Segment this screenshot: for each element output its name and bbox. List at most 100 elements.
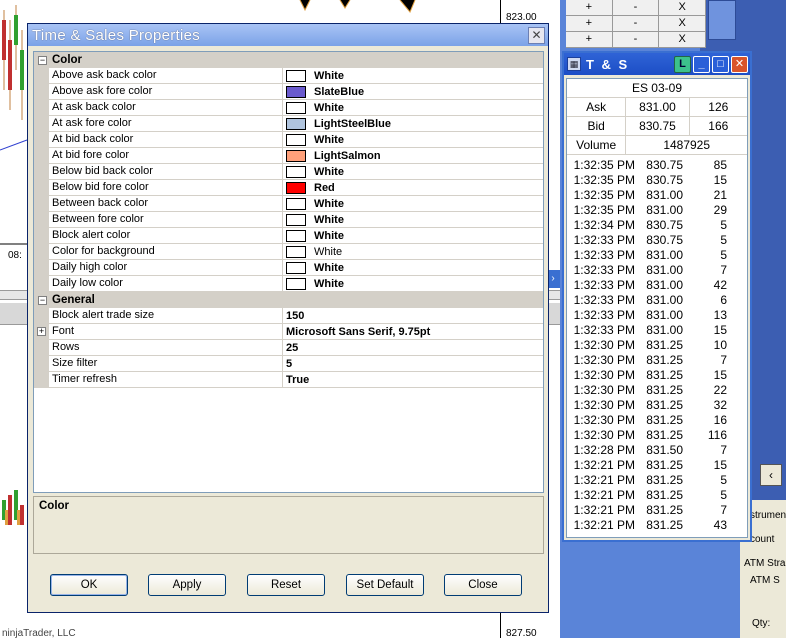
dialog-close-icon[interactable]: ✕ (528, 26, 545, 44)
property-value-text: White (314, 277, 344, 290)
property-name: Daily high color (49, 260, 283, 275)
price-label-bottom: 827.50 (506, 628, 537, 638)
category-general[interactable]: − General (34, 292, 543, 308)
property-gutter (34, 164, 49, 179)
trade-time: 1:32:33 PM (573, 323, 635, 337)
trade-price: 831.25 (646, 458, 683, 472)
trade-row: 1:32:21 PM 831.25 5 (567, 473, 747, 488)
property-value[interactable]: White (283, 212, 543, 227)
close-button[interactable]: Close (444, 574, 522, 596)
property-value[interactable]: Red (283, 180, 543, 195)
property-value[interactable]: White (283, 196, 543, 211)
grid-minus-button[interactable]: - (613, 16, 660, 31)
property-value[interactable]: True (283, 372, 543, 387)
property-row[interactable]: Below bid back color White (34, 164, 543, 180)
trade-size: 5 (720, 488, 727, 502)
property-value[interactable]: White (283, 164, 543, 179)
grid-plus-button[interactable]: + (566, 16, 613, 31)
property-value[interactable]: LightSalmon (283, 148, 543, 163)
property-gutter (34, 148, 49, 163)
collapse-left-button[interactable]: ‹ (760, 464, 782, 486)
set-default-button[interactable]: Set Default (346, 574, 424, 596)
property-value[interactable]: 5 (283, 356, 543, 371)
apply-button[interactable]: Apply (148, 574, 226, 596)
property-row[interactable]: Size filter 5 (34, 356, 543, 372)
color-swatch (286, 149, 306, 162)
maximize-icon[interactable]: □ (712, 55, 729, 73)
property-row[interactable]: Between fore color White (34, 212, 543, 228)
expand-icon[interactable]: + (37, 327, 46, 336)
ask-price: 831.00 (626, 98, 690, 116)
collapse-icon[interactable]: − (38, 295, 47, 305)
qty-label: Qty: (752, 618, 771, 629)
trade-time: 1:32:35 PM (573, 188, 635, 202)
property-row[interactable]: Below bid fore color Red (34, 180, 543, 196)
property-row[interactable]: Between back color White (34, 196, 543, 212)
property-value[interactable]: SlateBlue (283, 84, 543, 99)
property-value[interactable]: 25 (283, 340, 543, 355)
property-value[interactable]: White (283, 276, 543, 291)
property-value[interactable]: White (283, 68, 543, 83)
property-gutter (34, 132, 49, 147)
trade-time: 1:32:21 PM (573, 518, 635, 532)
property-gutter: + (34, 324, 49, 339)
property-value[interactable]: Microsoft Sans Serif, 9.75pt (283, 324, 543, 339)
color-swatch (286, 85, 306, 98)
time-sales-properties-dialog: Time & Sales Properties ✕ − Color Above … (27, 23, 549, 613)
trade-row: 1:32:33 PM 831.00 7 (567, 263, 747, 278)
close-icon[interactable]: ✕ (731, 55, 748, 73)
ts-title-bar[interactable]: ▦ T & S L _ □ ✕ (564, 53, 750, 75)
trade-price: 831.25 (646, 353, 683, 367)
link-button[interactable]: L (674, 55, 691, 73)
property-row[interactable]: Daily high color White (34, 260, 543, 276)
ok-button[interactable]: OK (50, 574, 128, 596)
trade-time: 1:32:30 PM (573, 353, 635, 367)
description-pane: Color (33, 496, 544, 554)
grid-minus-button[interactable]: - (613, 0, 660, 15)
color-swatch (286, 133, 306, 146)
property-row[interactable]: Color for background White (34, 244, 543, 260)
property-value[interactable]: White (283, 260, 543, 275)
grid-plus-button[interactable]: + (566, 0, 613, 15)
property-row[interactable]: Above ask fore color SlateBlue (34, 84, 543, 100)
property-name: Block alert trade size (49, 308, 283, 323)
property-row[interactable]: Block alert color White (34, 228, 543, 244)
minimize-icon[interactable]: _ (693, 55, 710, 73)
property-value[interactable]: LightSteelBlue (283, 116, 543, 131)
property-value[interactable]: 150 (283, 308, 543, 323)
panel-header-button[interactable] (708, 0, 736, 40)
property-row[interactable]: Above ask back color White (34, 68, 543, 84)
property-row[interactable]: At bid back color White (34, 132, 543, 148)
trade-price: 831.00 (646, 278, 683, 292)
property-name: Above ask fore color (49, 84, 283, 99)
trade-list[interactable]: 1:32:35 PM 830.75 85 1:32:35 PM 830.75 15 1:32… (567, 155, 747, 533)
reset-button[interactable]: Reset (247, 574, 325, 596)
atm-strategy-group: ATM S (750, 575, 780, 586)
property-value[interactable]: White (283, 228, 543, 243)
grid-remove-button[interactable]: X (659, 16, 707, 31)
property-row[interactable]: Daily low color White (34, 276, 543, 292)
property-row[interactable]: Block alert trade size 150 (34, 308, 543, 324)
category-color[interactable]: − Color (34, 52, 543, 68)
grid-minus-button[interactable]: - (613, 32, 660, 47)
grid-plus-button[interactable]: + (566, 32, 613, 47)
dialog-title-bar[interactable]: Time & Sales Properties ✕ (28, 24, 548, 46)
property-row[interactable]: At ask fore color LightSteelBlue (34, 116, 543, 132)
trade-time: 1:32:35 PM (573, 173, 635, 187)
property-value[interactable]: White (283, 132, 543, 147)
property-value[interactable]: White (283, 244, 543, 259)
property-row[interactable]: At bid fore color LightSalmon (34, 148, 543, 164)
collapse-icon[interactable]: − (38, 55, 47, 65)
property-row[interactable]: + Font Microsoft Sans Serif, 9.75pt (34, 324, 543, 340)
property-row[interactable]: Rows 25 (34, 340, 543, 356)
property-gutter (34, 100, 49, 115)
property-value[interactable]: White (283, 100, 543, 115)
trade-row: 1:32:33 PM 831.00 6 (567, 293, 747, 308)
property-row[interactable]: At ask back color White (34, 100, 543, 116)
grid-remove-button[interactable]: X (659, 32, 707, 47)
property-name: At bid fore color (49, 148, 283, 163)
color-swatch (286, 213, 306, 226)
grid-remove-button[interactable]: X (659, 0, 707, 15)
trade-size: 15 (713, 458, 727, 472)
property-row[interactable]: Timer refresh True (34, 372, 543, 388)
